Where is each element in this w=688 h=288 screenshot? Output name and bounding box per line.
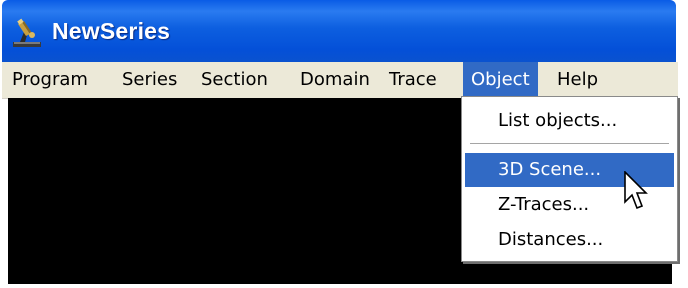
menu-help[interactable]: Help [551,62,604,98]
menu-separator [470,143,669,145]
app-window: NewSeries Program Series Section Domain … [2,0,678,288]
menu-item-distances[interactable]: Distances... [465,223,674,257]
menu-bar: Program Series Section Domain Trace Obje… [2,62,678,99]
menu-item-list-objects[interactable]: List objects... [465,104,674,138]
microscope-icon [10,18,46,48]
menu-trace[interactable]: Trace [383,62,443,98]
menu-program[interactable]: Program [6,62,94,98]
menu-object[interactable]: Object [463,62,538,98]
title-bar[interactable]: NewSeries [2,0,676,62]
arrow-cursor-icon [624,170,650,215]
window-title: NewSeries [52,18,171,44]
menu-series[interactable]: Series [116,62,183,98]
menu-domain[interactable]: Domain [294,62,376,98]
menu-section[interactable]: Section [195,62,274,98]
